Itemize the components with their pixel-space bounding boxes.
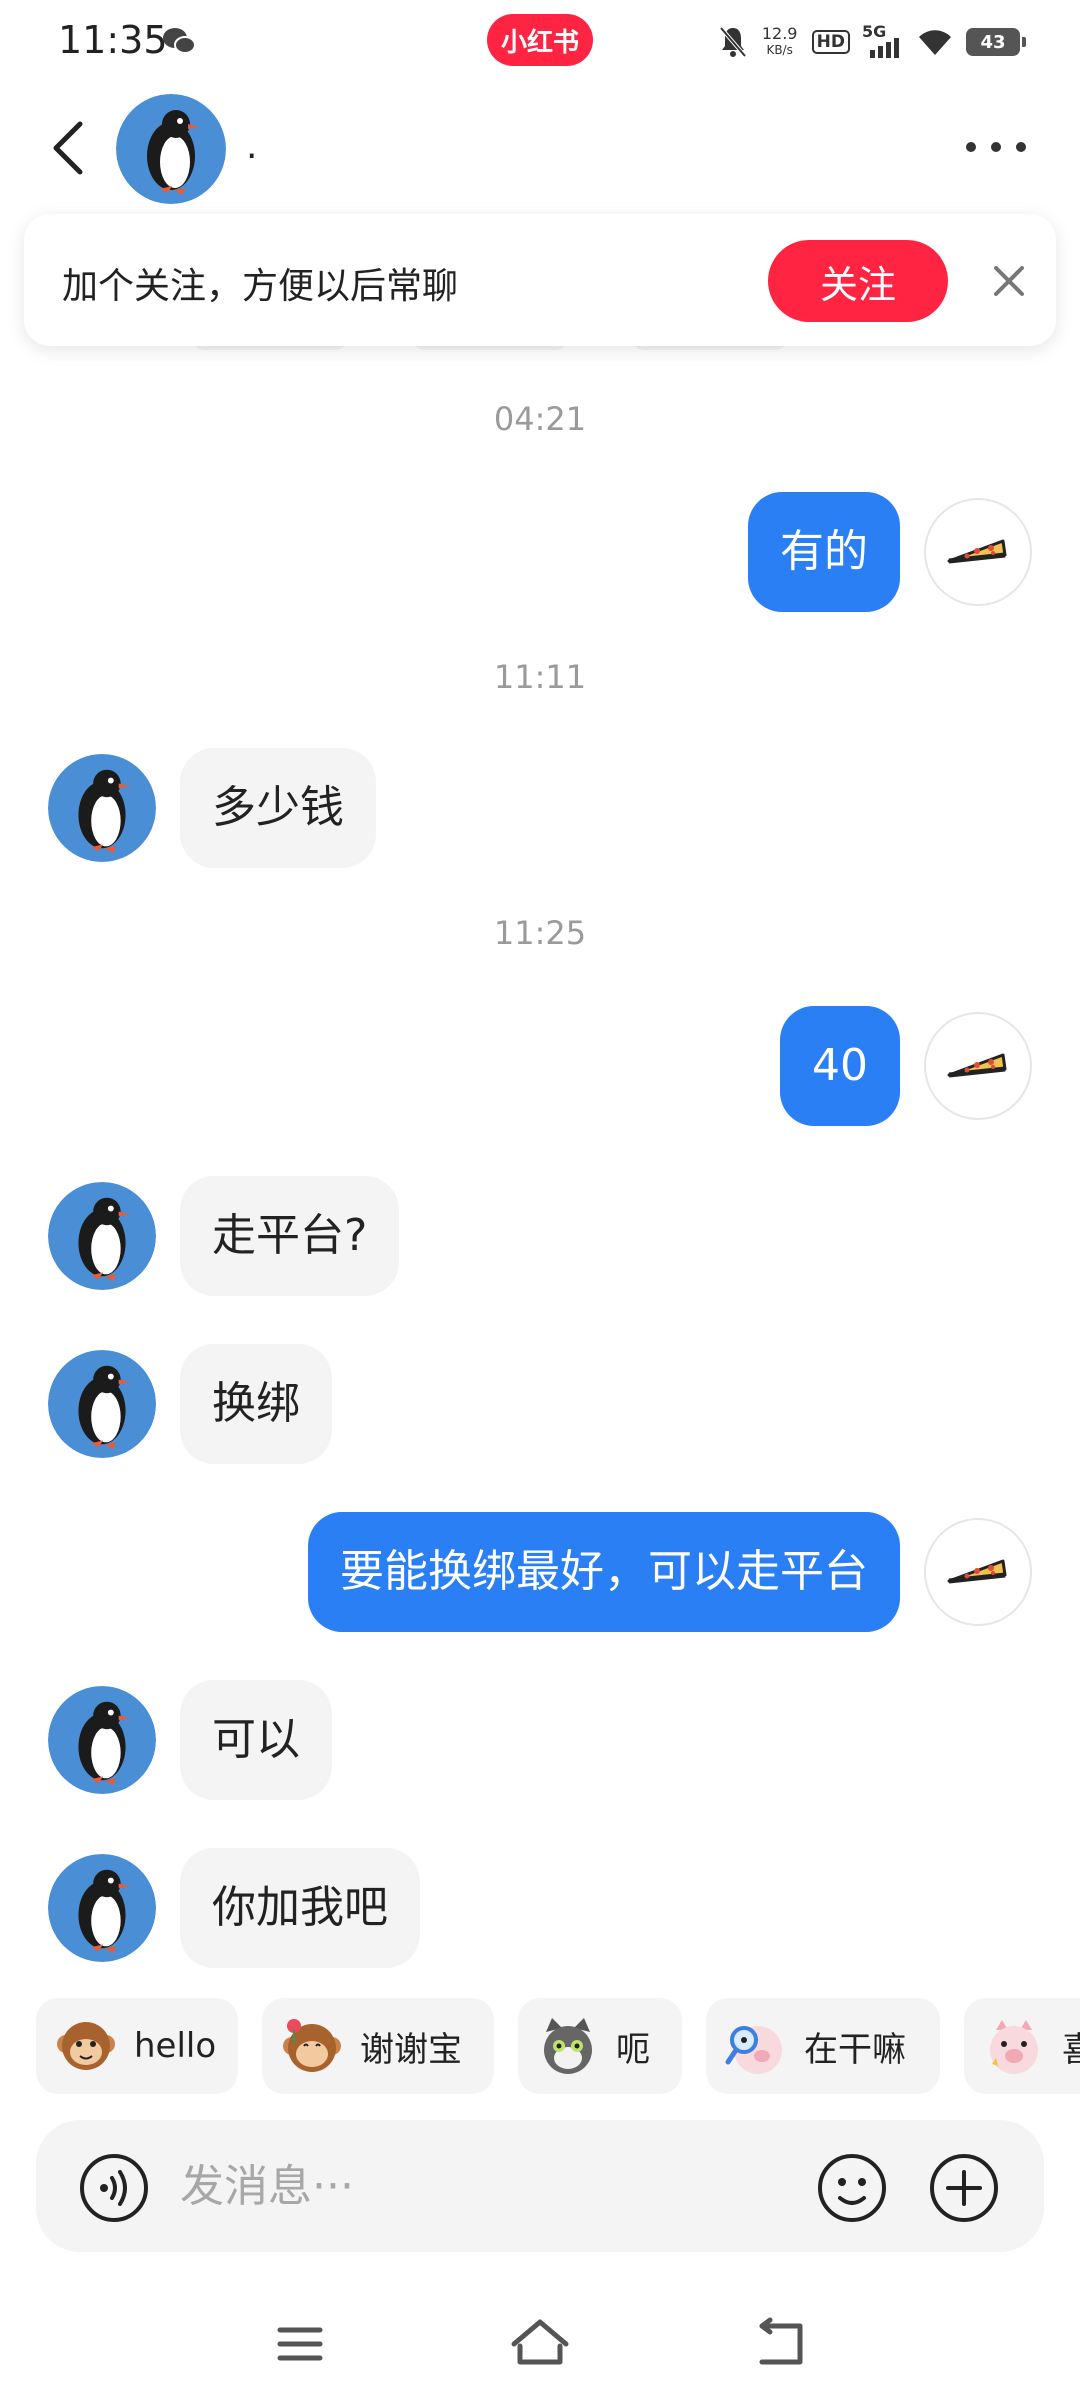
quick-reply-chip[interactable]: 在干嘛 bbox=[706, 1998, 940, 2094]
hd-badge: HD bbox=[811, 30, 850, 54]
incoming-bubble[interactable]: 你加我吧 bbox=[180, 1848, 420, 1968]
voice-icon[interactable] bbox=[78, 2152, 150, 2224]
close-icon[interactable] bbox=[986, 258, 1032, 304]
penguin-avatar-icon bbox=[48, 1686, 156, 1794]
quick-reply-chip[interactable]: 喜 bbox=[964, 1998, 1080, 2094]
time-divider: 11:11 bbox=[493, 658, 587, 696]
contact-name: . bbox=[246, 126, 258, 167]
outgoing-bubble[interactable]: 有的 bbox=[748, 492, 900, 612]
contact-avatar[interactable] bbox=[48, 1182, 156, 1290]
my-avatar[interactable] bbox=[924, 1518, 1032, 1626]
system-nav-bar bbox=[0, 2290, 1080, 2400]
incoming-bubble[interactable]: 可以 bbox=[180, 1680, 332, 1800]
time-divider: 11:25 bbox=[493, 914, 587, 952]
contact-avatar[interactable] bbox=[48, 1350, 156, 1458]
penguin-avatar-icon bbox=[48, 1854, 156, 1962]
follow-button[interactable]: 关注 bbox=[768, 240, 948, 322]
contact-avatar[interactable] bbox=[116, 94, 226, 204]
incoming-bubble[interactable]: 换绑 bbox=[180, 1344, 332, 1464]
penguin-avatar-icon bbox=[116, 94, 226, 204]
piggy-icon bbox=[990, 2020, 1038, 2074]
message-input-bar bbox=[36, 2120, 1044, 2252]
quick-reply-label: 谢谢宝 bbox=[360, 2029, 462, 2070]
status-icons: 12.9 KB/s HD 5G 43 bbox=[718, 20, 1026, 64]
menu-icon[interactable] bbox=[268, 2312, 332, 2376]
outgoing-bubble[interactable]: 要能换绑最好，可以走平台 bbox=[308, 1512, 900, 1632]
chat-screen: 11:35 小红书 12.9 KB/s HD 5G 43 . 加个关注，方便以后… bbox=[0, 0, 1080, 2400]
status-time: 11:35 bbox=[58, 18, 168, 62]
quick-reply-label: hello bbox=[134, 2026, 217, 2066]
wifi-icon bbox=[919, 30, 951, 55]
piggy-magnifier-icon bbox=[725, 2026, 782, 2074]
mute-icon bbox=[719, 26, 747, 58]
wechat-icon bbox=[163, 28, 196, 54]
my-avatar[interactable] bbox=[924, 1012, 1032, 1120]
contact-avatar[interactable] bbox=[48, 1686, 156, 1794]
quick-reply-chip[interactable]: hello bbox=[36, 1998, 238, 2094]
message-input[interactable] bbox=[180, 2150, 820, 2222]
penguin-avatar-icon bbox=[48, 1182, 156, 1290]
outgoing-bubble[interactable]: 40 bbox=[780, 1006, 900, 1126]
follow-banner: 加个关注，方便以后常聊 关注 bbox=[24, 214, 1056, 346]
quick-reply-label: 在干嘛 bbox=[804, 2029, 906, 2070]
monkey-icon bbox=[57, 2022, 115, 2070]
app-badge: 小红书 bbox=[487, 14, 593, 66]
my-avatar[interactable] bbox=[924, 498, 1032, 606]
quick-reply-chip[interactable]: 呃 bbox=[518, 1998, 682, 2094]
more-icon[interactable] bbox=[966, 132, 1026, 162]
contact-avatar[interactable] bbox=[48, 1854, 156, 1962]
cat-icon bbox=[544, 2018, 592, 2074]
quick-reply-strip[interactable]: hello 谢谢宝 呃 在干嘛 喜 bbox=[0, 1998, 1080, 2094]
emoji-icon[interactable] bbox=[816, 2152, 888, 2224]
follow-prompt-text: 加个关注，方便以后常聊 bbox=[62, 266, 459, 307]
chat-header: . bbox=[0, 82, 1080, 212]
back-icon[interactable] bbox=[44, 116, 96, 180]
signal-icon: 5G bbox=[862, 22, 904, 60]
incoming-bubble[interactable]: 多少钱 bbox=[180, 748, 376, 868]
back-nav-icon[interactable] bbox=[748, 2312, 812, 2376]
quick-reply-label: 呃 bbox=[616, 2029, 650, 2070]
plus-icon[interactable] bbox=[928, 2152, 1000, 2224]
penguin-avatar-icon bbox=[48, 754, 156, 862]
home-icon[interactable] bbox=[508, 2312, 572, 2376]
pizza-icon bbox=[947, 539, 1007, 564]
contact-avatar[interactable] bbox=[48, 754, 156, 862]
penguin-avatar-icon bbox=[48, 1350, 156, 1458]
monkey-flower-icon bbox=[283, 2019, 341, 2072]
status-bar: 11:35 小红书 12.9 KB/s HD 5G 43 bbox=[0, 0, 1080, 82]
net-speed: 12.9 KB/s bbox=[761, 24, 798, 57]
pizza-icon bbox=[947, 1559, 1007, 1584]
message-list[interactable]: 04:21 有的 11:11 多少钱 11:25 40 走平台? 换绑 要能换绑… bbox=[0, 340, 1080, 1990]
battery-icon: 43 bbox=[966, 28, 1026, 56]
incoming-bubble[interactable]: 走平台? bbox=[180, 1176, 400, 1296]
quick-reply-label: 喜 bbox=[1062, 2029, 1080, 2070]
time-divider: 04:21 bbox=[493, 400, 587, 438]
quick-reply-chip[interactable]: 谢谢宝 bbox=[262, 1998, 494, 2094]
pizza-icon bbox=[947, 1053, 1007, 1078]
